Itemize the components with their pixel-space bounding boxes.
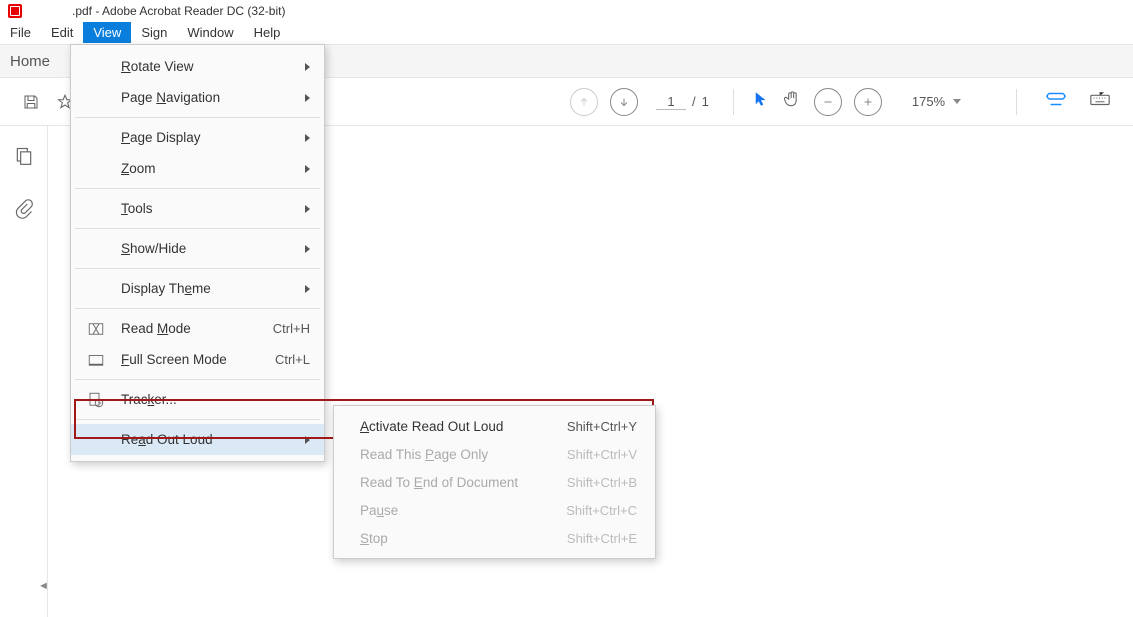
- menu-file[interactable]: File: [0, 22, 41, 43]
- menu-item-label: Pause: [360, 503, 398, 518]
- menu-item-label: Read This Page Only: [360, 447, 488, 462]
- view-menu-item[interactable]: Zoom: [71, 153, 324, 184]
- menu-shortcut: Shift+Ctrl+Y: [567, 419, 637, 434]
- toolbar-divider: [733, 89, 734, 115]
- thumbnails-icon[interactable]: [14, 146, 34, 171]
- submenu-arrow-icon: [305, 165, 310, 173]
- menu-view[interactable]: View: [83, 22, 131, 43]
- menu-edit[interactable]: Edit: [41, 22, 83, 43]
- menu-item-label: Read Out Loud: [121, 432, 213, 447]
- tab-home[interactable]: Home: [10, 53, 50, 70]
- menu-item-label: Tools: [121, 201, 153, 216]
- submenu-arrow-icon: [305, 94, 310, 102]
- menu-separator: [75, 228, 320, 229]
- view-menu-item[interactable]: Full Screen Mode Ctrl+L: [71, 344, 324, 375]
- menu-item-label: Zoom: [121, 161, 156, 176]
- read-mode-icon: [87, 320, 105, 338]
- menu-item-label: Tracker...: [121, 392, 177, 407]
- read-out-loud-submenu: Activate Read Out Loud Shift+Ctrl+Y Read T…: [333, 405, 656, 559]
- left-sidebar: [0, 126, 48, 617]
- menu-shortcut: Shift+Ctrl+E: [567, 531, 637, 546]
- menu-separator: [75, 419, 320, 420]
- menu-separator: [75, 308, 320, 309]
- menu-shortcut: Shift+Ctrl+B: [567, 475, 637, 490]
- menu-item-label: Rotate View: [121, 59, 194, 74]
- submenu-arrow-icon: [305, 285, 310, 293]
- tracker-icon: [87, 391, 105, 409]
- fit-width-icon[interactable]: [1045, 88, 1067, 115]
- menu-bar: File Edit View Sign Window Help: [0, 22, 1133, 44]
- menu-item-label: Page Navigation: [121, 90, 220, 105]
- menu-shortcut: Ctrl+H: [273, 321, 310, 336]
- menu-item-label: Activate Read Out Loud: [360, 419, 503, 434]
- collapse-sidebar-icon[interactable]: ◄: [38, 580, 49, 592]
- submenu-arrow-icon: [305, 436, 310, 444]
- menu-shortcut: Ctrl+L: [275, 352, 310, 367]
- menu-separator: [75, 117, 320, 118]
- fullscreen-icon: [87, 351, 105, 369]
- menu-help[interactable]: Help: [244, 22, 291, 43]
- toolbar-divider: [1016, 89, 1017, 115]
- zoom-value: 175%: [912, 94, 945, 109]
- menu-sign[interactable]: Sign: [131, 22, 177, 43]
- submenu-arrow-icon: [305, 134, 310, 142]
- zoom-in-button[interactable]: [854, 88, 882, 116]
- menu-item-label: Stop: [360, 531, 388, 546]
- window-title: .pdf - Adobe Acrobat Reader DC (32-bit): [72, 4, 285, 18]
- submenu-arrow-icon: [305, 245, 310, 253]
- view-menu-item[interactable]: Rotate View: [71, 51, 324, 82]
- menu-separator: [75, 379, 320, 380]
- menu-shortcut: Shift+Ctrl+V: [567, 447, 637, 462]
- chevron-down-icon: [953, 99, 961, 104]
- view-menu-item[interactable]: Read Out Loud: [71, 424, 324, 455]
- submenu-item: Pause Shift+Ctrl+C: [334, 496, 655, 524]
- menu-separator: [75, 188, 320, 189]
- menu-shortcut: Shift+Ctrl+C: [566, 503, 637, 518]
- submenu-item: Stop Shift+Ctrl+E: [334, 524, 655, 552]
- view-menu-item[interactable]: Display Theme: [71, 273, 324, 304]
- view-menu-item[interactable]: Page Navigation: [71, 82, 324, 113]
- selection-tool-icon[interactable]: [752, 90, 770, 113]
- keyboard-icon[interactable]: [1089, 88, 1111, 115]
- view-menu-item[interactable]: Tools: [71, 193, 324, 224]
- menu-item-label: Page Display: [121, 130, 201, 145]
- zoom-out-button[interactable]: [814, 88, 842, 116]
- submenu-arrow-icon: [305, 63, 310, 71]
- menu-item-label: Show/Hide: [121, 241, 186, 256]
- zoom-dropdown[interactable]: 175%: [912, 94, 961, 109]
- hand-tool-icon[interactable]: [782, 89, 802, 114]
- view-menu-item[interactable]: Read Mode Ctrl+H: [71, 313, 324, 344]
- menu-item-label: Read Mode: [121, 321, 191, 336]
- attachments-icon[interactable]: [14, 199, 34, 224]
- page-indicator: / 1: [656, 94, 709, 110]
- page-total: 1: [702, 94, 709, 109]
- view-menu-item[interactable]: Show/Hide: [71, 233, 324, 264]
- title-bar: .pdf - Adobe Acrobat Reader DC (32-bit): [0, 0, 1133, 22]
- menu-separator: [75, 268, 320, 269]
- submenu-item[interactable]: Activate Read Out Loud Shift+Ctrl+Y: [334, 412, 655, 440]
- page-sep: /: [692, 94, 696, 109]
- menu-item-label: Display Theme: [121, 281, 211, 296]
- submenu-item: Read To End of Document Shift+Ctrl+B: [334, 468, 655, 496]
- menu-window[interactable]: Window: [177, 22, 243, 43]
- submenu-item: Read This Page Only Shift+Ctrl+V: [334, 440, 655, 468]
- acrobat-icon: [8, 4, 22, 18]
- menu-item-label: Read To End of Document: [360, 475, 518, 490]
- page-up-button[interactable]: [570, 88, 598, 116]
- view-menu-item[interactable]: Page Display: [71, 122, 324, 153]
- save-icon[interactable]: [14, 85, 48, 119]
- menu-item-label: Full Screen Mode: [121, 352, 227, 367]
- view-dropdown: Rotate View Page Navigation Page Display Zo…: [70, 44, 325, 462]
- view-menu-item[interactable]: Tracker...: [71, 384, 324, 415]
- submenu-arrow-icon: [305, 205, 310, 213]
- page-down-button[interactable]: [610, 88, 638, 116]
- page-current-input[interactable]: [656, 94, 686, 110]
